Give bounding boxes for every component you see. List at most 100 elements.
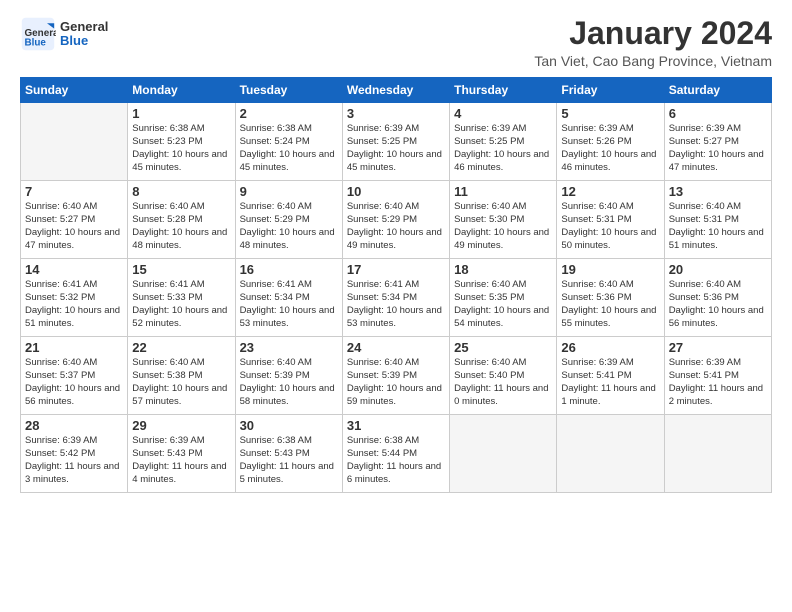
- location-title: Tan Viet, Cao Bang Province, Vietnam: [534, 53, 772, 69]
- day-cell: [664, 415, 771, 493]
- day-cell: 9 Sunrise: 6:40 AMSunset: 5:29 PMDaylight…: [235, 181, 342, 259]
- day-cell: 19Sunrise: 6:40 AMSunset: 5:36 PMDayligh…: [557, 259, 664, 337]
- day-cell: 31 Sunrise: 6:38 AMSunset: 5:44 PMDayligh…: [342, 415, 449, 493]
- day-cell: [21, 103, 128, 181]
- day-cell: 30 Sunrise: 6:38 AMSunset: 5:43 PMDayligh…: [235, 415, 342, 493]
- day-info: Sunrise: 6:38 AMSunset: 5:24 PMDaylight:…: [240, 123, 338, 174]
- day-cell: 24Sunrise: 6:40 AMSunset: 5:39 PMDayligh…: [342, 337, 449, 415]
- logo: General Blue General Blue: [20, 16, 108, 52]
- day-info: Sunrise: 6:41 AMSunset: 5:34 PMDaylight:…: [240, 279, 338, 330]
- day-cell: 7Sunrise: 6:40 AMSunset: 5:27 PMDaylight…: [21, 181, 128, 259]
- day-number: 11: [454, 184, 552, 199]
- day-info: Sunrise: 6:41 AMSunset: 5:33 PMDaylight:…: [132, 279, 230, 330]
- col-header-saturday: Saturday: [664, 78, 771, 103]
- day-cell: 14 Sunrise: 6:41 AMSunset: 5:32 PMDayligh…: [21, 259, 128, 337]
- day-info: Sunrise: 6:40 AMSunset: 5:30 PMDaylight:…: [454, 201, 552, 252]
- day-cell: [557, 415, 664, 493]
- calendar-page: General Blue General Blue January 2024 T…: [0, 0, 792, 612]
- day-info: Sunrise: 6:39 AMSunset: 5:41 PMDaylight:…: [669, 357, 767, 408]
- day-cell: 2 Sunrise: 6:38 AMSunset: 5:24 PMDaylight…: [235, 103, 342, 181]
- week-row-5: 28 Sunrise: 6:39 AMSunset: 5:42 PMDayligh…: [21, 415, 772, 493]
- day-number: 17: [347, 262, 445, 277]
- day-info: Sunrise: 6:39 AMSunset: 5:26 PMDaylight:…: [561, 123, 659, 174]
- day-info: Sunrise: 6:40 AMSunset: 5:35 PMDaylight:…: [454, 279, 552, 330]
- day-cell: 15 Sunrise: 6:41 AMSunset: 5:33 PMDayligh…: [128, 259, 235, 337]
- day-info: Sunrise: 6:40 AMSunset: 5:36 PMDaylight:…: [669, 279, 767, 330]
- day-info: Sunrise: 6:40 AMSunset: 5:38 PMDaylight:…: [132, 357, 230, 408]
- day-info: Sunrise: 6:41 AMSunset: 5:32 PMDaylight:…: [25, 279, 123, 330]
- day-cell: 1 Sunrise: 6:38 AMSunset: 5:23 PMDaylight…: [128, 103, 235, 181]
- day-number: 9: [240, 184, 338, 199]
- day-info: Sunrise: 6:40 AMSunset: 5:29 PMDaylight:…: [240, 201, 338, 252]
- day-info: Sunrise: 6:39 AMSunset: 5:25 PMDaylight:…: [454, 123, 552, 174]
- week-row-2: 7Sunrise: 6:40 AMSunset: 5:27 PMDaylight…: [21, 181, 772, 259]
- day-cell: 11 Sunrise: 6:40 AMSunset: 5:30 PMDayligh…: [450, 181, 557, 259]
- day-number: 1: [132, 106, 230, 121]
- svg-text:Blue: Blue: [25, 38, 47, 49]
- day-number: 5: [561, 106, 659, 121]
- day-cell: 27 Sunrise: 6:39 AMSunset: 5:41 PMDayligh…: [664, 337, 771, 415]
- day-number: 6: [669, 106, 767, 121]
- day-info: Sunrise: 6:40 AMSunset: 5:39 PMDaylight:…: [240, 357, 338, 408]
- day-number: 28: [25, 418, 123, 433]
- day-number: 2: [240, 106, 338, 121]
- day-number: 22: [132, 340, 230, 355]
- day-info: Sunrise: 6:40 AMSunset: 5:31 PMDaylight:…: [669, 201, 767, 252]
- day-cell: 12Sunrise: 6:40 AMSunset: 5:31 PMDayligh…: [557, 181, 664, 259]
- header-row: SundayMondayTuesdayWednesdayThursdayFrid…: [21, 78, 772, 103]
- day-number: 21: [25, 340, 123, 355]
- day-info: Sunrise: 6:38 AMSunset: 5:43 PMDaylight:…: [240, 435, 338, 486]
- day-number: 14: [25, 262, 123, 277]
- day-number: 4: [454, 106, 552, 121]
- day-cell: 4 Sunrise: 6:39 AMSunset: 5:25 PMDaylight…: [450, 103, 557, 181]
- day-number: 12: [561, 184, 659, 199]
- col-header-thursday: Thursday: [450, 78, 557, 103]
- day-number: 27: [669, 340, 767, 355]
- day-info: Sunrise: 6:40 AMSunset: 5:37 PMDaylight:…: [25, 357, 123, 408]
- day-number: 3: [347, 106, 445, 121]
- day-cell: 29 Sunrise: 6:39 AMSunset: 5:43 PMDayligh…: [128, 415, 235, 493]
- day-number: 29: [132, 418, 230, 433]
- logo-text: General Blue: [60, 20, 108, 49]
- day-info: Sunrise: 6:41 AMSunset: 5:34 PMDaylight:…: [347, 279, 445, 330]
- day-number: 13: [669, 184, 767, 199]
- day-info: Sunrise: 6:40 AMSunset: 5:28 PMDaylight:…: [132, 201, 230, 252]
- day-number: 30: [240, 418, 338, 433]
- week-row-1: 1 Sunrise: 6:38 AMSunset: 5:23 PMDaylight…: [21, 103, 772, 181]
- title-block: January 2024 Tan Viet, Cao Bang Province…: [534, 16, 772, 69]
- day-info: Sunrise: 6:39 AMSunset: 5:41 PMDaylight:…: [561, 357, 659, 408]
- day-cell: 21 Sunrise: 6:40 AMSunset: 5:37 PMDayligh…: [21, 337, 128, 415]
- day-cell: [450, 415, 557, 493]
- day-info: Sunrise: 6:40 AMSunset: 5:39 PMDaylight:…: [347, 357, 445, 408]
- day-cell: 26 Sunrise: 6:39 AMSunset: 5:41 PMDayligh…: [557, 337, 664, 415]
- day-cell: 10Sunrise: 6:40 AMSunset: 5:29 PMDayligh…: [342, 181, 449, 259]
- col-header-monday: Monday: [128, 78, 235, 103]
- day-number: 23: [240, 340, 338, 355]
- logo-icon: General Blue: [20, 16, 56, 52]
- day-info: Sunrise: 6:39 AMSunset: 5:43 PMDaylight:…: [132, 435, 230, 486]
- day-number: 7: [25, 184, 123, 199]
- day-number: 26: [561, 340, 659, 355]
- day-info: Sunrise: 6:39 AMSunset: 5:27 PMDaylight:…: [669, 123, 767, 174]
- day-number: 15: [132, 262, 230, 277]
- day-cell: 28 Sunrise: 6:39 AMSunset: 5:42 PMDayligh…: [21, 415, 128, 493]
- day-info: Sunrise: 6:38 AMSunset: 5:44 PMDaylight:…: [347, 435, 445, 486]
- day-info: Sunrise: 6:38 AMSunset: 5:23 PMDaylight:…: [132, 123, 230, 174]
- day-info: Sunrise: 6:40 AMSunset: 5:40 PMDaylight:…: [454, 357, 552, 408]
- header: General Blue General Blue January 2024 T…: [20, 16, 772, 69]
- day-number: 25: [454, 340, 552, 355]
- day-info: Sunrise: 6:39 AMSunset: 5:25 PMDaylight:…: [347, 123, 445, 174]
- day-info: Sunrise: 6:39 AMSunset: 5:42 PMDaylight:…: [25, 435, 123, 486]
- col-header-wednesday: Wednesday: [342, 78, 449, 103]
- col-header-sunday: Sunday: [21, 78, 128, 103]
- day-number: 10: [347, 184, 445, 199]
- day-cell: 8Sunrise: 6:40 AMSunset: 5:28 PMDaylight…: [128, 181, 235, 259]
- day-cell: 13 Sunrise: 6:40 AMSunset: 5:31 PMDayligh…: [664, 181, 771, 259]
- day-cell: 3 Sunrise: 6:39 AMSunset: 5:25 PMDaylight…: [342, 103, 449, 181]
- day-info: Sunrise: 6:40 AMSunset: 5:36 PMDaylight:…: [561, 279, 659, 330]
- day-cell: 22 Sunrise: 6:40 AMSunset: 5:38 PMDayligh…: [128, 337, 235, 415]
- day-cell: 16Sunrise: 6:41 AMSunset: 5:34 PMDayligh…: [235, 259, 342, 337]
- col-header-friday: Friday: [557, 78, 664, 103]
- day-number: 31: [347, 418, 445, 433]
- day-cell: 25 Sunrise: 6:40 AMSunset: 5:40 PMDayligh…: [450, 337, 557, 415]
